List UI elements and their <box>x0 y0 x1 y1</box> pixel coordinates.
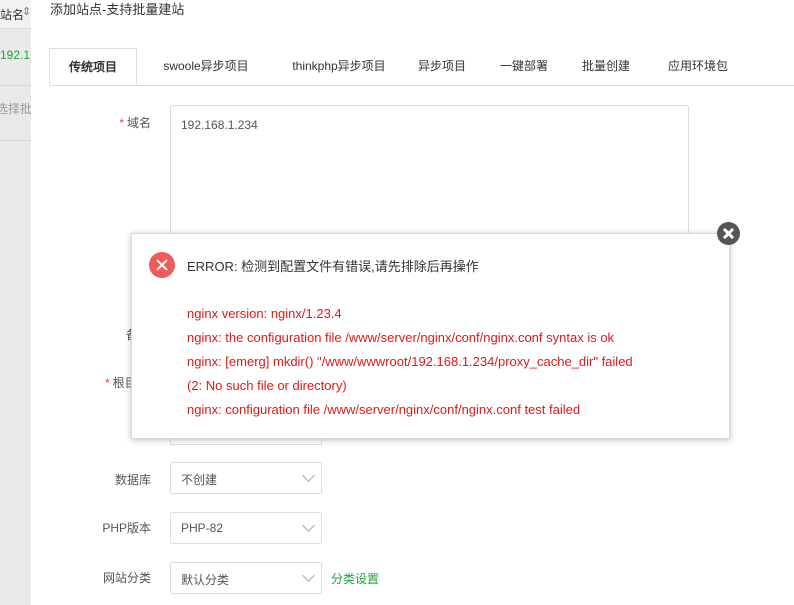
chevron-down-icon <box>302 569 315 582</box>
database-label: 数据库 <box>114 473 151 487</box>
required-mark: * <box>105 376 110 390</box>
dialog-title: 添加站点-支持批量建站 <box>50 2 185 17</box>
error-line: nginx: the configuration file /www/serve… <box>187 330 615 345</box>
close-icon[interactable] <box>717 222 740 245</box>
background-site-name-header: 站名 <box>0 8 25 22</box>
background-divider <box>0 140 31 141</box>
site-category-select-value: 默认分类 <box>181 573 230 587</box>
domain-label-text: 域名 <box>126 116 151 130</box>
site-category-label: 网站分类 <box>102 571 151 585</box>
background-divider <box>0 85 31 86</box>
tab-async-project[interactable]: 异步项目 <box>412 48 472 84</box>
php-version-label: PHP版本 <box>102 521 151 535</box>
domain-label: * 域名 <box>101 114 151 131</box>
php-version-select[interactable]: PHP-82 <box>170 512 322 544</box>
tab-app-env-package[interactable]: 应用环境包 <box>658 48 738 84</box>
error-line: nginx: configuration file /www/server/ng… <box>187 402 581 417</box>
chevron-down-icon <box>302 519 315 532</box>
site-category-select[interactable]: 默认分类 <box>170 562 322 594</box>
project-type-tabs: 传统项目 swoole异步项目 thinkphp异步项目 异步项目 一键部署 批… <box>49 48 794 86</box>
category-settings-link[interactable]: 分类设置 <box>331 570 379 587</box>
background-batch-select: 选择批 <box>0 102 31 116</box>
database-select[interactable]: 不创建 <box>170 462 322 494</box>
error-line: (2: No such file or directory) <box>187 378 347 393</box>
tab-thinkphp-project[interactable]: thinkphp异步项目 <box>275 48 403 84</box>
database-select-value: 不创建 <box>181 473 218 487</box>
error-line: nginx: [emerg] mkdir() "/www/wwwroot/192… <box>187 354 633 369</box>
tab-batch-create[interactable]: 批量创建 <box>574 48 638 84</box>
required-mark: * <box>119 116 124 130</box>
php-version-select-value: PHP-82 <box>181 521 224 535</box>
error-line: nginx version: nginx/1.23.4 <box>187 306 342 321</box>
tab-traditional-project[interactable]: 传统项目 <box>49 48 137 85</box>
error-title: ERROR: 检测到配置文件有错误,请先排除后再操作 <box>187 259 479 274</box>
error-icon <box>149 252 175 278</box>
error-details: nginx version: nginx/1.23.4 nginx: the c… <box>187 302 717 422</box>
background-site-link: 192.1 <box>0 48 31 62</box>
chevron-down-icon <box>302 469 315 482</box>
tab-swoole-project[interactable]: swoole异步项目 <box>150 48 262 84</box>
tab-one-click-deploy[interactable]: 一键部署 <box>492 48 556 84</box>
sort-icon: ⇕ <box>22 6 31 18</box>
error-message-popup: ERROR: 检测到配置文件有错误,请先排除后再操作 nginx version… <box>131 233 730 439</box>
background-page: 站名 ⇕ 192.1 选择批 <box>0 0 31 605</box>
